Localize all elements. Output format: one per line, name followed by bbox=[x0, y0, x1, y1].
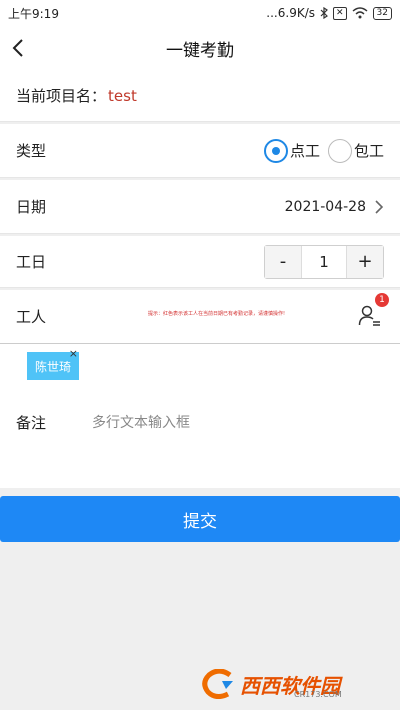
worker-tag[interactable]: 陈世琦 × bbox=[27, 348, 79, 380]
watermark: 西西软件园 CR173.COM bbox=[202, 666, 384, 702]
type-row: 类型 点工 包工 bbox=[0, 124, 400, 178]
date-value: 2021-04-28 bbox=[284, 198, 366, 215]
project-row: 当前项目名： test bbox=[0, 70, 400, 122]
date-label: 日期 bbox=[16, 198, 47, 216]
wifi-icon bbox=[352, 7, 368, 19]
watermark-url: CR173.COM bbox=[294, 690, 342, 699]
page-title: 一键考勤 bbox=[166, 40, 234, 61]
chevron-right-icon bbox=[375, 199, 384, 214]
back-button[interactable] bbox=[12, 34, 36, 62]
submit-button[interactable]: 提交 bbox=[0, 496, 400, 542]
workday-row: 工日 - 1 + bbox=[0, 236, 400, 288]
status-bar: 上午9:19 ...6.9K/s ✕ 32 bbox=[0, 0, 400, 26]
selected-workers: 陈世琦 × bbox=[0, 344, 400, 398]
network-speed: ...6.9K/s bbox=[266, 6, 315, 20]
bluetooth-icon bbox=[320, 7, 328, 19]
increment-button[interactable]: + bbox=[347, 245, 383, 278]
decrement-button[interactable]: - bbox=[265, 245, 301, 278]
type-label: 类型 bbox=[16, 142, 47, 160]
nav-bar: 一键考勤 bbox=[0, 26, 400, 70]
project-label: 当前项目名： bbox=[16, 87, 107, 105]
remark-label: 备注 bbox=[16, 414, 47, 432]
type-radio-group: 点工 包工 bbox=[256, 138, 384, 163]
workers-count-badge: 1 bbox=[375, 293, 389, 307]
workday-label: 工日 bbox=[16, 253, 47, 271]
type-option-contract[interactable]: 包工 bbox=[327, 138, 384, 163]
battery-icon: 32 bbox=[372, 6, 392, 20]
worker-tag-name: 陈世琦 bbox=[34, 359, 71, 374]
workday-value[interactable]: 1 bbox=[301, 245, 347, 278]
type-option-label: 点工 bbox=[289, 142, 320, 160]
workers-label: 工人 bbox=[16, 308, 47, 326]
radio-unchecked-icon bbox=[327, 138, 352, 163]
select-workers-icon[interactable] bbox=[358, 304, 382, 328]
status-icons: ...6.9K/s ✕ 32 bbox=[266, 6, 392, 20]
type-option-piecework[interactable]: 点工 bbox=[263, 138, 320, 163]
sim-off-icon: ✕ bbox=[333, 6, 347, 20]
workers-row: 工人 提示：红色表示该工人在当前日期已有考勤记录，请谨慎操作! 1 bbox=[0, 290, 400, 344]
type-option-label: 包工 bbox=[353, 142, 384, 160]
workday-stepper: - 1 + bbox=[264, 244, 384, 279]
remark-section: 备注 多行文本输入框 bbox=[0, 398, 400, 488]
remark-textarea[interactable]: 多行文本输入框 bbox=[92, 412, 190, 432]
project-name: test bbox=[108, 86, 137, 105]
date-row[interactable]: 日期 2021-04-28 bbox=[0, 180, 400, 234]
back-arrow-icon bbox=[12, 39, 23, 57]
remove-tag-icon[interactable]: × bbox=[69, 348, 78, 359]
radio-checked-icon bbox=[263, 138, 288, 163]
watermark-logo-icon bbox=[202, 669, 233, 699]
status-time: 上午9:19 bbox=[8, 6, 59, 21]
workers-hint: 提示：红色表示该工人在当前日期已有考勤记录，请谨慎操作! bbox=[148, 311, 286, 317]
